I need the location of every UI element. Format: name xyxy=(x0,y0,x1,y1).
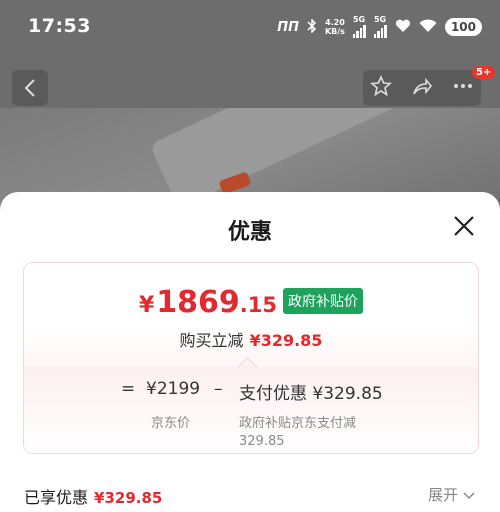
signal-bars-icon xyxy=(352,24,366,38)
signal-sim2: 5G xyxy=(373,15,387,38)
chevron-down-icon xyxy=(463,492,475,500)
share-button[interactable] xyxy=(404,75,439,102)
reduction-label: 购买立减 xyxy=(179,331,244,350)
sheet-footer: 已享优惠 ¥329.85 展开 xyxy=(0,480,500,512)
equals-sign: = xyxy=(121,379,136,399)
enjoyed-discount: 已享优惠 ¥329.85 xyxy=(24,484,162,508)
chevron-left-icon xyxy=(24,79,35,97)
final-price: ¥ 1869 .15 政府补贴价 xyxy=(24,285,478,320)
status-icons: ΠΠ 4.20 KB/s 5G 5G 100 xyxy=(277,16,482,38)
price-currency: ¥ xyxy=(138,293,155,318)
expand-button[interactable]: 展开 xyxy=(428,484,475,505)
enjoyed-label: 已享优惠 xyxy=(24,488,89,507)
reduction-amount: ¥329.85 xyxy=(249,331,323,350)
wifi-icon xyxy=(419,18,437,36)
status-time: 17:53 xyxy=(28,15,91,37)
jd-price: ¥2199 xyxy=(146,379,201,399)
net-speed: 4.20 KB/s xyxy=(325,18,345,36)
purchase-reduction: 购买立减 ¥329.85 xyxy=(24,327,478,351)
close-icon xyxy=(454,216,474,236)
discount-card: ¥ 1869 .15 政府补贴价 购买立减 ¥329.85 = ¥2199 – 支… xyxy=(23,262,479,454)
close-button[interactable] xyxy=(450,212,478,240)
gov-subsidy-tag: 政府补贴价 xyxy=(283,287,363,314)
message-badge: 5+ xyxy=(472,66,496,79)
discount-sheet: 优惠 ¥ 1869 .15 政府补贴价 购买立减 ¥329.85 = ¥2199 … xyxy=(0,192,500,512)
sheet-title: 优惠 xyxy=(227,220,272,245)
expand-label: 展开 xyxy=(428,486,459,504)
sim1-label: 5G xyxy=(352,15,366,24)
signal-bars-icon xyxy=(373,24,387,38)
star-icon xyxy=(369,74,392,96)
minus-sign: – xyxy=(214,379,223,399)
sim2-label: 5G xyxy=(373,15,387,24)
discount-label: 政府补贴京东支付减 329.85 xyxy=(239,416,357,449)
pay-discount: 支付优惠 ¥329.85 xyxy=(239,384,383,404)
enjoyed-amount: ¥329.85 xyxy=(94,489,163,507)
status-bar: 17:53 ΠΠ 4.20 KB/s 5G 5G 100 xyxy=(0,0,500,56)
price-integer: 1869 xyxy=(156,285,240,320)
net-speed-value: 4.20 xyxy=(325,18,345,27)
price-decimal: .15 xyxy=(239,293,277,317)
product-actions xyxy=(363,70,481,106)
signal-sim1: 5G xyxy=(352,15,366,38)
share-icon xyxy=(413,77,433,94)
net-speed-unit: KB/s xyxy=(324,27,345,36)
favorite-button[interactable] xyxy=(363,74,398,102)
battery-indicator: 100 xyxy=(444,18,482,36)
back-button[interactable] xyxy=(12,70,48,106)
nfc-icon: ΠΠ xyxy=(277,19,299,35)
bluetooth-icon xyxy=(307,17,317,36)
heart-icon xyxy=(395,19,411,36)
jd-price-label: 京东价 xyxy=(151,416,191,431)
more-dots-icon xyxy=(454,83,473,88)
